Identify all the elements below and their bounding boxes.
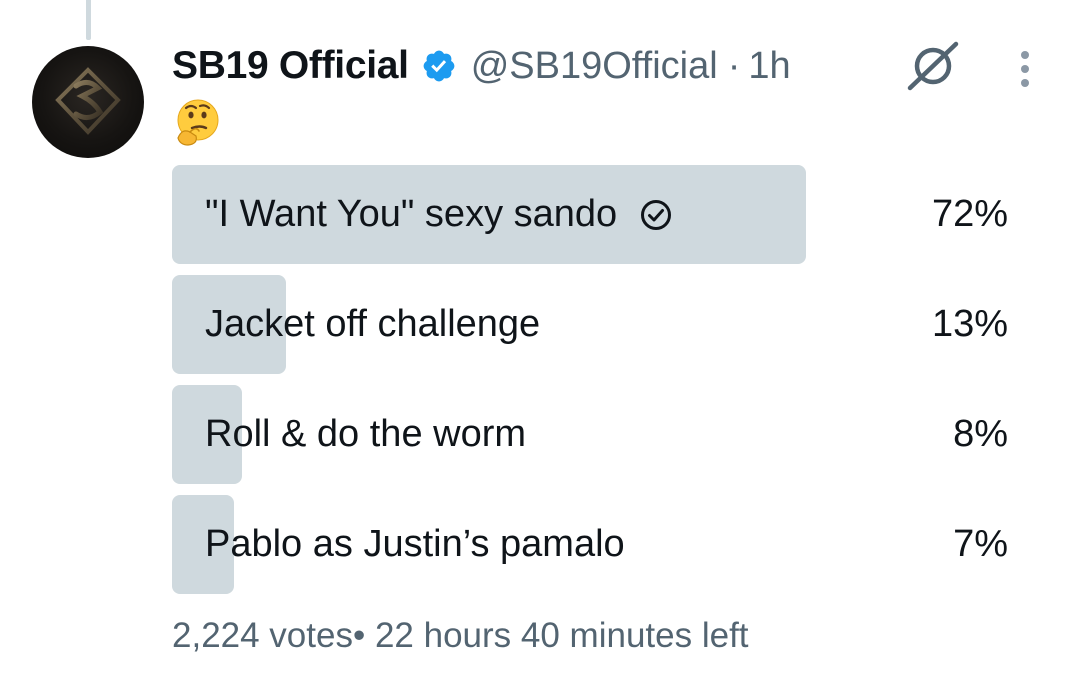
avatar[interactable] bbox=[32, 46, 144, 158]
verified-badge-icon bbox=[423, 50, 455, 82]
poll-option[interactable]: Jacket off challenge 13% bbox=[172, 275, 1022, 374]
poll: "I Want You" sexy sando 72% Jacket off c… bbox=[172, 165, 1022, 605]
poll-option[interactable]: Roll & do the worm 8% bbox=[172, 385, 1022, 484]
poll-option-label: Pablo as Justin’s pamalo bbox=[205, 523, 625, 565]
display-name[interactable]: SB19 Official bbox=[172, 44, 409, 88]
poll-option[interactable]: "I Want You" sexy sando 72% bbox=[172, 165, 1022, 264]
poll-option-percent: 13% bbox=[931, 303, 1008, 345]
poll-option-label: "I Want You" sexy sando bbox=[205, 193, 618, 235]
thread-connector-line bbox=[86, 0, 91, 40]
poll-time-left: 22 hours 40 minutes left bbox=[374, 616, 749, 655]
thinking-face-icon bbox=[177, 99, 219, 146]
poll-meta: 2,224 votes• 22 hours 40 minutes left bbox=[172, 616, 749, 656]
poll-option-label: Jacket off challenge bbox=[205, 303, 541, 345]
poll-option-label: Roll & do the worm bbox=[205, 413, 527, 455]
poll-meta-separator: • bbox=[352, 616, 366, 655]
user-handle[interactable]: @SB19Official bbox=[471, 45, 718, 88]
separator-dot: · bbox=[727, 44, 741, 87]
poll-option[interactable]: Pablo as Justin’s pamalo 7% bbox=[172, 495, 1022, 594]
checkmark-circle-icon bbox=[641, 199, 672, 230]
poll-option-percent: 7% bbox=[953, 523, 1008, 565]
tweet-header: SB19 Official @SB19Official · 1h bbox=[172, 38, 791, 94]
grok-icon[interactable] bbox=[904, 40, 962, 92]
more-options-icon[interactable] bbox=[1012, 48, 1038, 90]
sb19-logo-icon bbox=[55, 67, 121, 135]
timestamp[interactable]: 1h bbox=[748, 45, 790, 88]
poll-option-percent: 72% bbox=[931, 193, 1008, 235]
poll-vote-count: 2,224 votes bbox=[172, 616, 353, 655]
poll-option-percent: 8% bbox=[953, 413, 1008, 455]
